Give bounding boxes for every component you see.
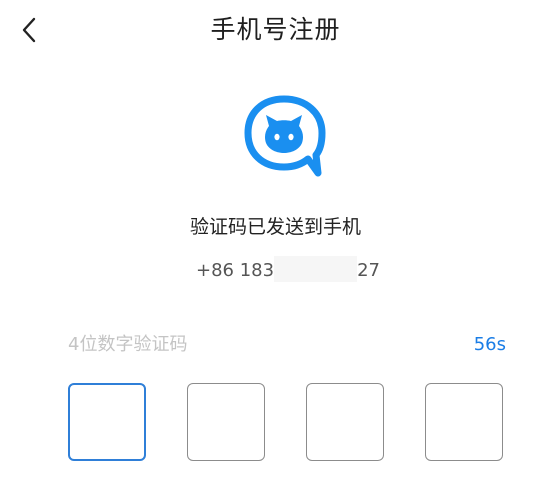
phone-number: +86 183 27 [196,256,380,286]
code-digit-2[interactable] [187,383,265,461]
app-logo [242,93,327,178]
resend-countdown[interactable]: 56s [474,331,506,359]
phone-mask [274,256,358,282]
code-digit-3[interactable] [306,383,384,461]
phone-prefix: +86 183 [196,260,275,281]
cat-logo-icon [244,95,326,177]
phone-suffix: 27 [357,260,380,281]
code-digit-4[interactable] [425,383,503,461]
code-sent-message: 验证码已发送到手机 [189,216,361,238]
page-title: 手机号注册 [210,15,341,44]
code-digit-1[interactable] [68,383,146,461]
code-input-hint: 4位数字验证码 [68,334,188,355]
